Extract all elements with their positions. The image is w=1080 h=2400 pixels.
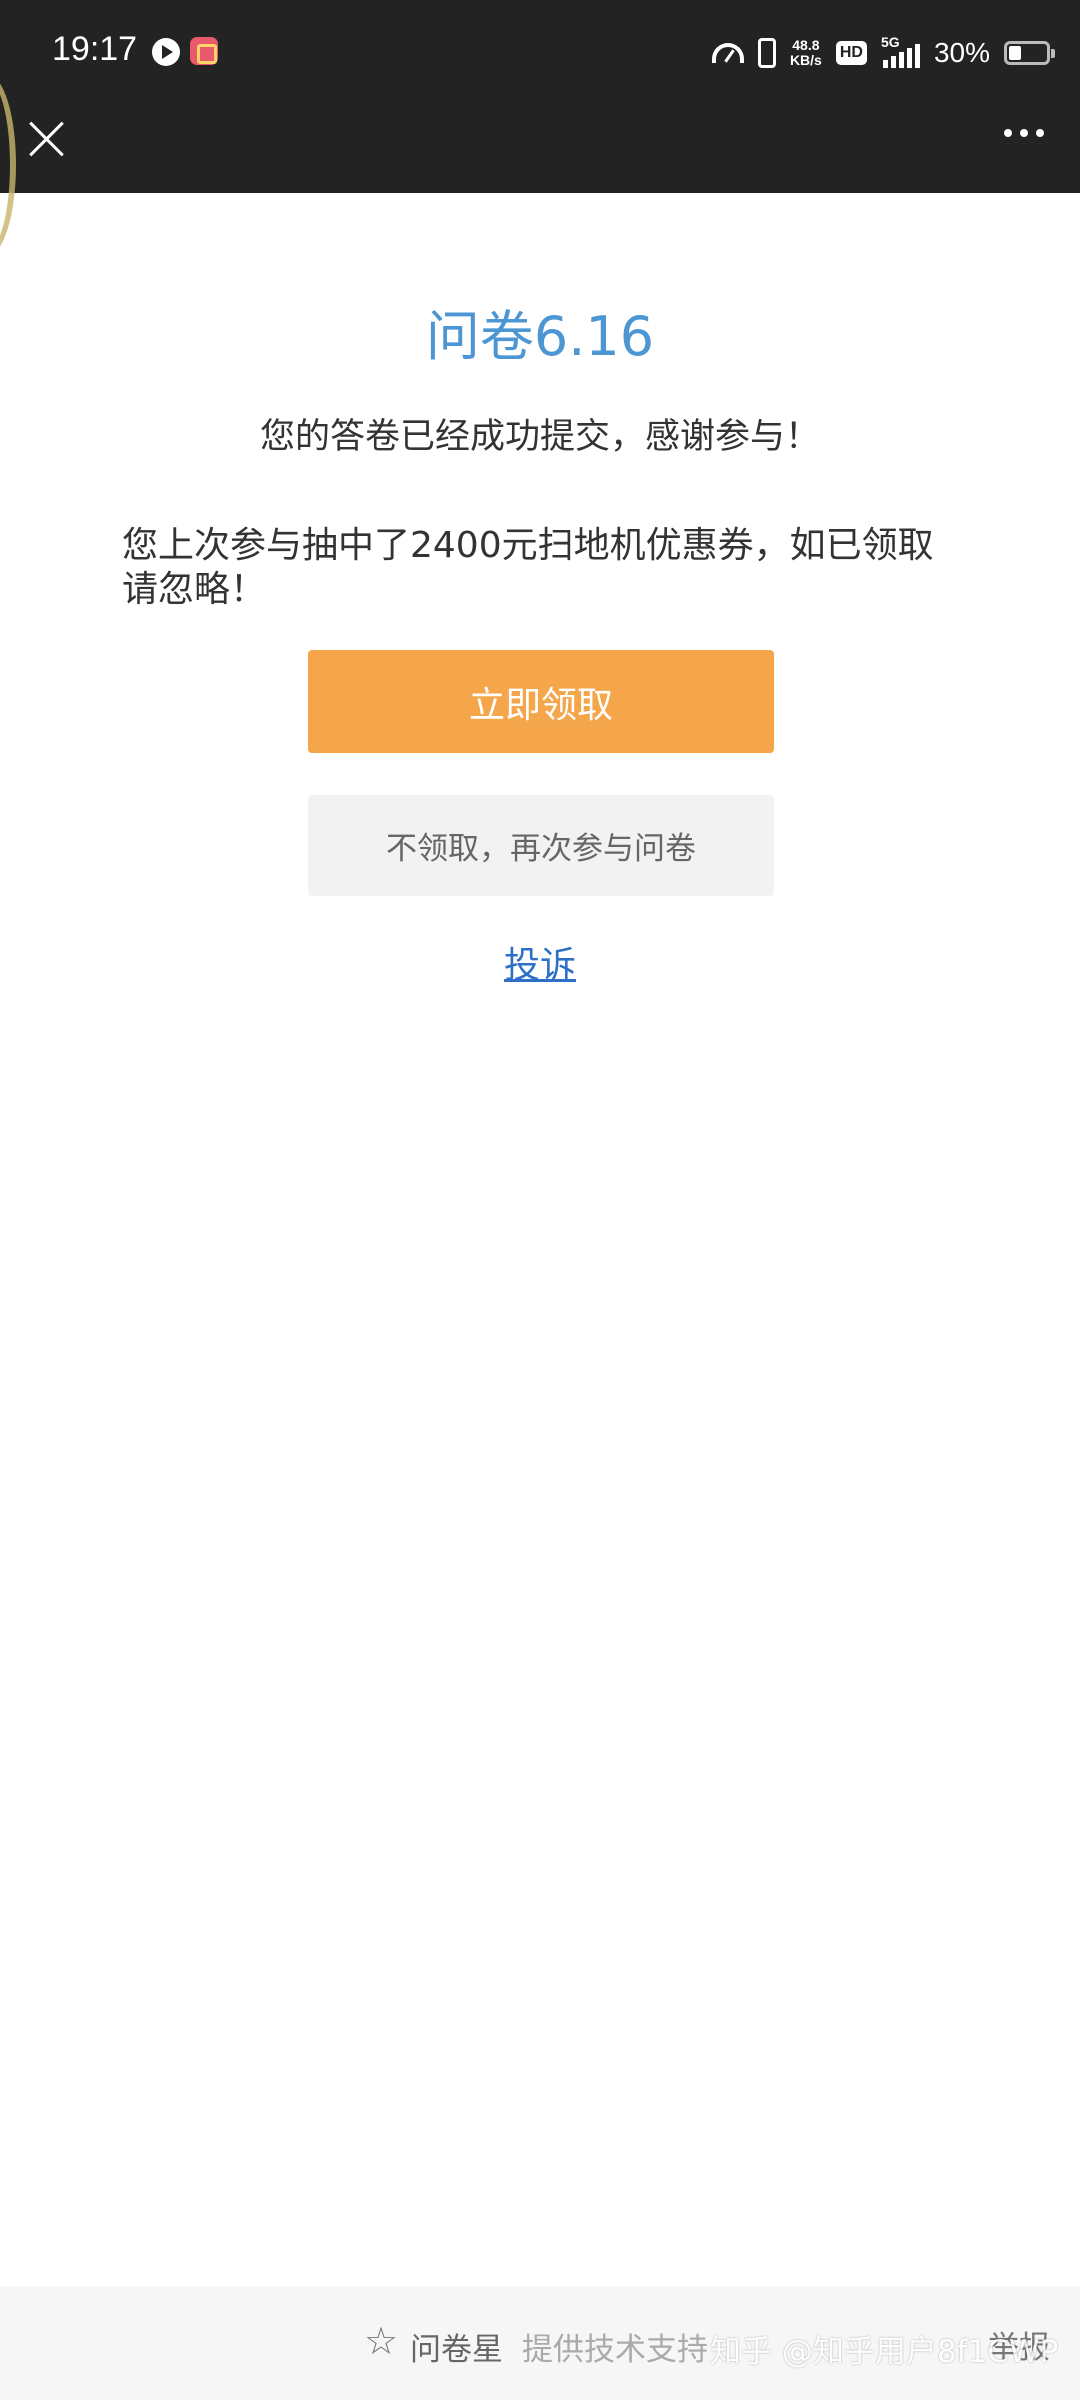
hd-voice-icon: HD bbox=[835, 41, 867, 65]
star-icon: ☆ bbox=[364, 2319, 399, 2363]
prize-notice: 您上次参与抽中了2400元扫地机优惠券，如已领取 请忽略！ bbox=[122, 524, 982, 612]
network-type: 5G bbox=[880, 34, 900, 50]
status-indicators: 48.8 KB/s HD 5G 30% bbox=[711, 28, 1055, 78]
footer-brand[interactable]: 问卷星 bbox=[410, 2324, 503, 2369]
signal-icon: 5G bbox=[881, 34, 920, 68]
footer-support-text: 提供技术支持 bbox=[522, 2332, 708, 2368]
status-time: 19:17 bbox=[52, 30, 138, 68]
battery-icon bbox=[1004, 41, 1055, 65]
close-icon[interactable] bbox=[26, 119, 66, 159]
app-notification-icon bbox=[190, 37, 218, 65]
network-speed: 48.8 KB/s bbox=[790, 38, 822, 68]
survey-title: 问卷6.16 bbox=[425, 305, 655, 368]
battery-percent: 30% bbox=[933, 37, 990, 68]
success-message: 您的答卷已经成功提交，感谢参与！ bbox=[259, 417, 820, 457]
status-bar: 19:17 48.8 KB/s HD 5G 30% bbox=[0, 0, 1080, 105]
speedometer-icon bbox=[711, 43, 744, 63]
watermark: 知乎 @知乎用户8f1CWP bbox=[710, 2334, 1059, 2370]
complain-link[interactable]: 投诉 bbox=[0, 936, 1080, 988]
claim-now-button[interactable]: 立即领取 bbox=[308, 650, 774, 753]
video-app-icon bbox=[152, 38, 180, 66]
prize-notice-line1: 您上次参与抽中了2400元扫地机优惠券，如已领取 bbox=[122, 525, 934, 566]
network-speed-value: 48.8 bbox=[792, 37, 820, 53]
vibrate-icon bbox=[757, 38, 776, 68]
prize-notice-line2: 请忽略！ bbox=[122, 569, 267, 610]
retake-survey-button[interactable]: 不领取，再次参与问卷 bbox=[308, 795, 774, 896]
network-speed-unit: KB/s bbox=[789, 52, 822, 68]
webview-title-bar bbox=[0, 105, 1080, 193]
more-options-icon[interactable] bbox=[1004, 129, 1044, 137]
complain-link-text[interactable]: 投诉 bbox=[504, 945, 576, 986]
